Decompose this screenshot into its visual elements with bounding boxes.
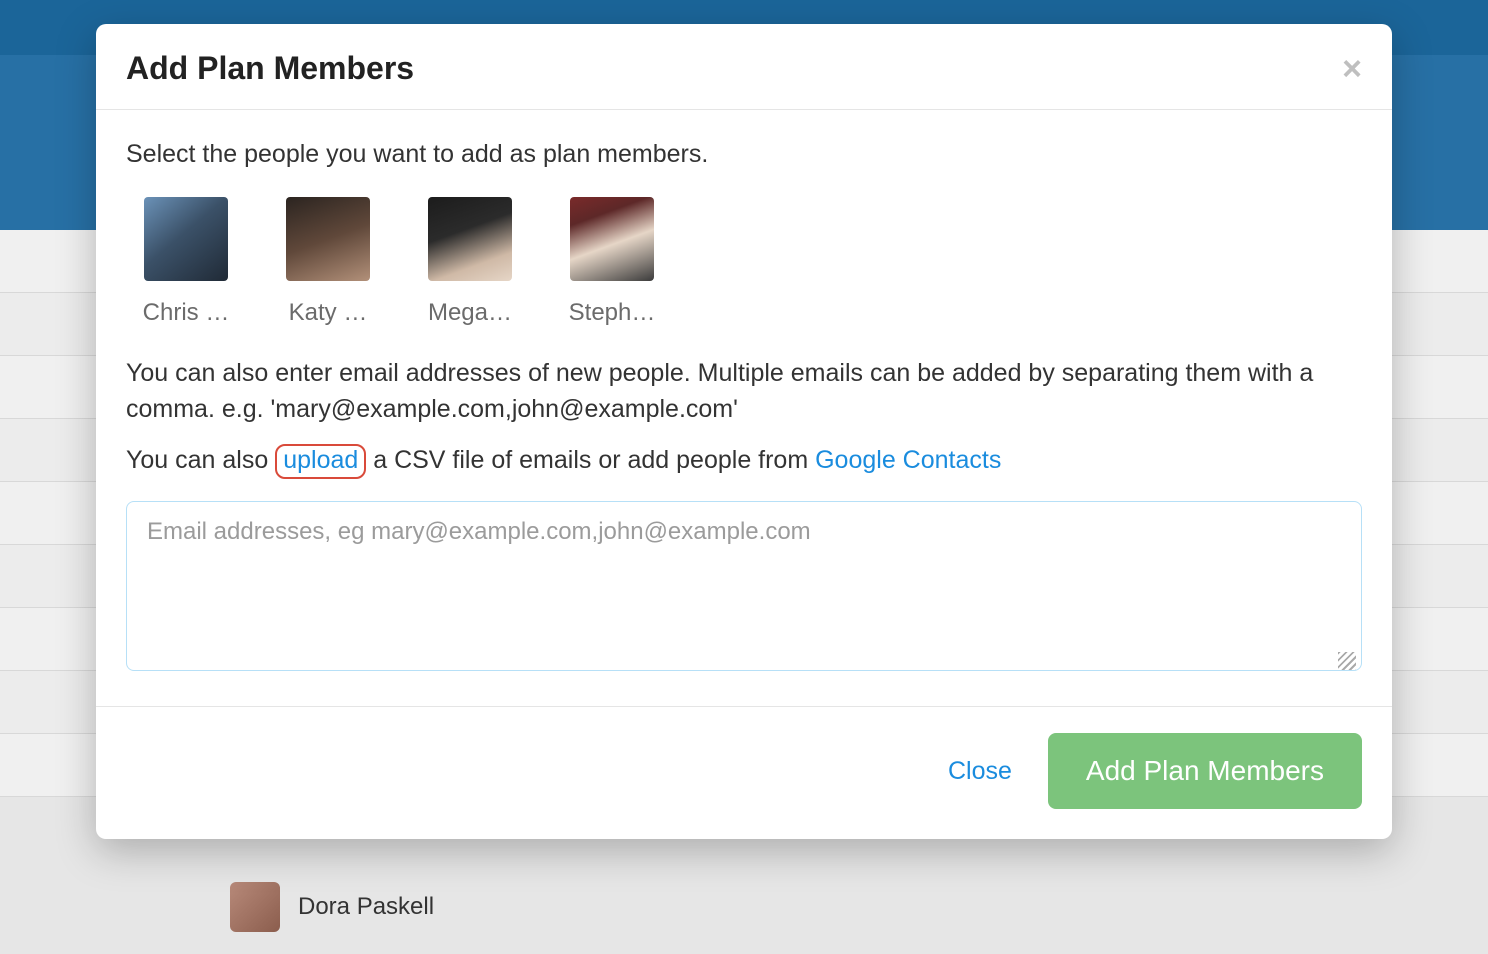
avatar <box>428 197 512 281</box>
close-icon[interactable]: × <box>1342 52 1362 86</box>
modal-title: Add Plan Members <box>126 50 414 87</box>
avatar <box>286 197 370 281</box>
modal-body: Select the people you want to add as pla… <box>96 110 1392 706</box>
avatar <box>144 197 228 281</box>
person-name: Katy … <box>289 299 368 327</box>
add-plan-members-button[interactable]: Add Plan Members <box>1048 733 1362 809</box>
modal-header: Add Plan Members × <box>96 24 1392 110</box>
email-input-wrapper <box>126 501 1362 676</box>
person-option[interactable]: Katy … <box>278 197 378 327</box>
avatar <box>230 882 280 932</box>
background-member-list: Dora Paskell <box>0 860 1488 954</box>
avatar <box>570 197 654 281</box>
select-people-instruction: Select the people you want to add as pla… <box>126 140 1362 169</box>
close-button[interactable]: Close <box>948 757 1012 786</box>
person-option[interactable]: Steph… <box>562 197 662 327</box>
people-selection-row: Chris … Katy … Mega… Steph… <box>136 197 1362 327</box>
email-addresses-input[interactable] <box>126 501 1362 671</box>
csv-upload-note: You can also upload a CSV file of emails… <box>126 444 1362 480</box>
person-option[interactable]: Mega… <box>420 197 520 327</box>
modal-footer: Close Add Plan Members <box>96 706 1392 839</box>
person-option[interactable]: Chris … <box>136 197 236 327</box>
add-plan-members-modal: Add Plan Members × Select the people you… <box>96 24 1392 839</box>
background-member-name: Dora Paskell <box>298 893 434 921</box>
person-name: Chris … <box>143 299 230 327</box>
person-name: Mega… <box>428 299 512 327</box>
person-name: Steph… <box>569 299 656 327</box>
csv-text-mid: a CSV file of emails or add people from <box>366 446 815 474</box>
google-contacts-link[interactable]: Google Contacts <box>815 446 1001 474</box>
background-member-row: Dora Paskell <box>40 870 1448 944</box>
email-entry-note: You can also enter email addresses of ne… <box>126 355 1362 428</box>
upload-link[interactable]: upload <box>283 446 358 474</box>
csv-text-prefix: You can also <box>126 446 275 474</box>
